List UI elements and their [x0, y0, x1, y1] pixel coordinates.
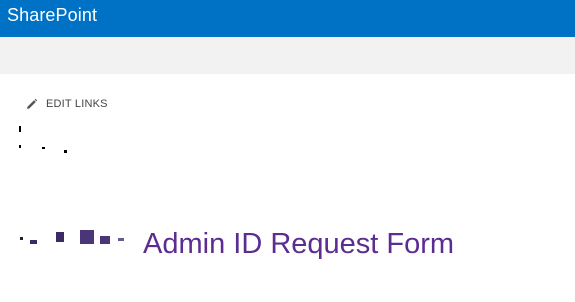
redacted-breadcrumb-fragment	[80, 230, 94, 244]
edit-links-label: EDIT LINKS	[46, 98, 108, 110]
redacted-nav-fragment	[19, 126, 21, 132]
sharepoint-page: SharePoint EDIT LINKS Admin ID Request F…	[0, 0, 575, 302]
redacted-nav-fragment	[64, 150, 67, 153]
redacted-breadcrumb-fragment	[100, 236, 110, 244]
redacted-breadcrumb-fragment	[56, 232, 64, 242]
page-title: Admin ID Request Form	[143, 228, 455, 260]
redacted-breadcrumb-fragment	[20, 237, 23, 240]
redacted-nav-fragment	[19, 145, 21, 148]
sharepoint-brand-link[interactable]: SharePoint	[7, 4, 97, 26]
pencil-icon	[25, 98, 38, 111]
suite-bar: SharePoint	[0, 0, 575, 37]
ribbon-bar	[0, 37, 575, 74]
redacted-nav-fragment	[42, 147, 45, 149]
redacted-breadcrumb-fragment	[30, 240, 37, 244]
redacted-breadcrumb-fragment	[118, 238, 124, 241]
edit-links-button[interactable]: EDIT LINKS	[25, 96, 108, 112]
